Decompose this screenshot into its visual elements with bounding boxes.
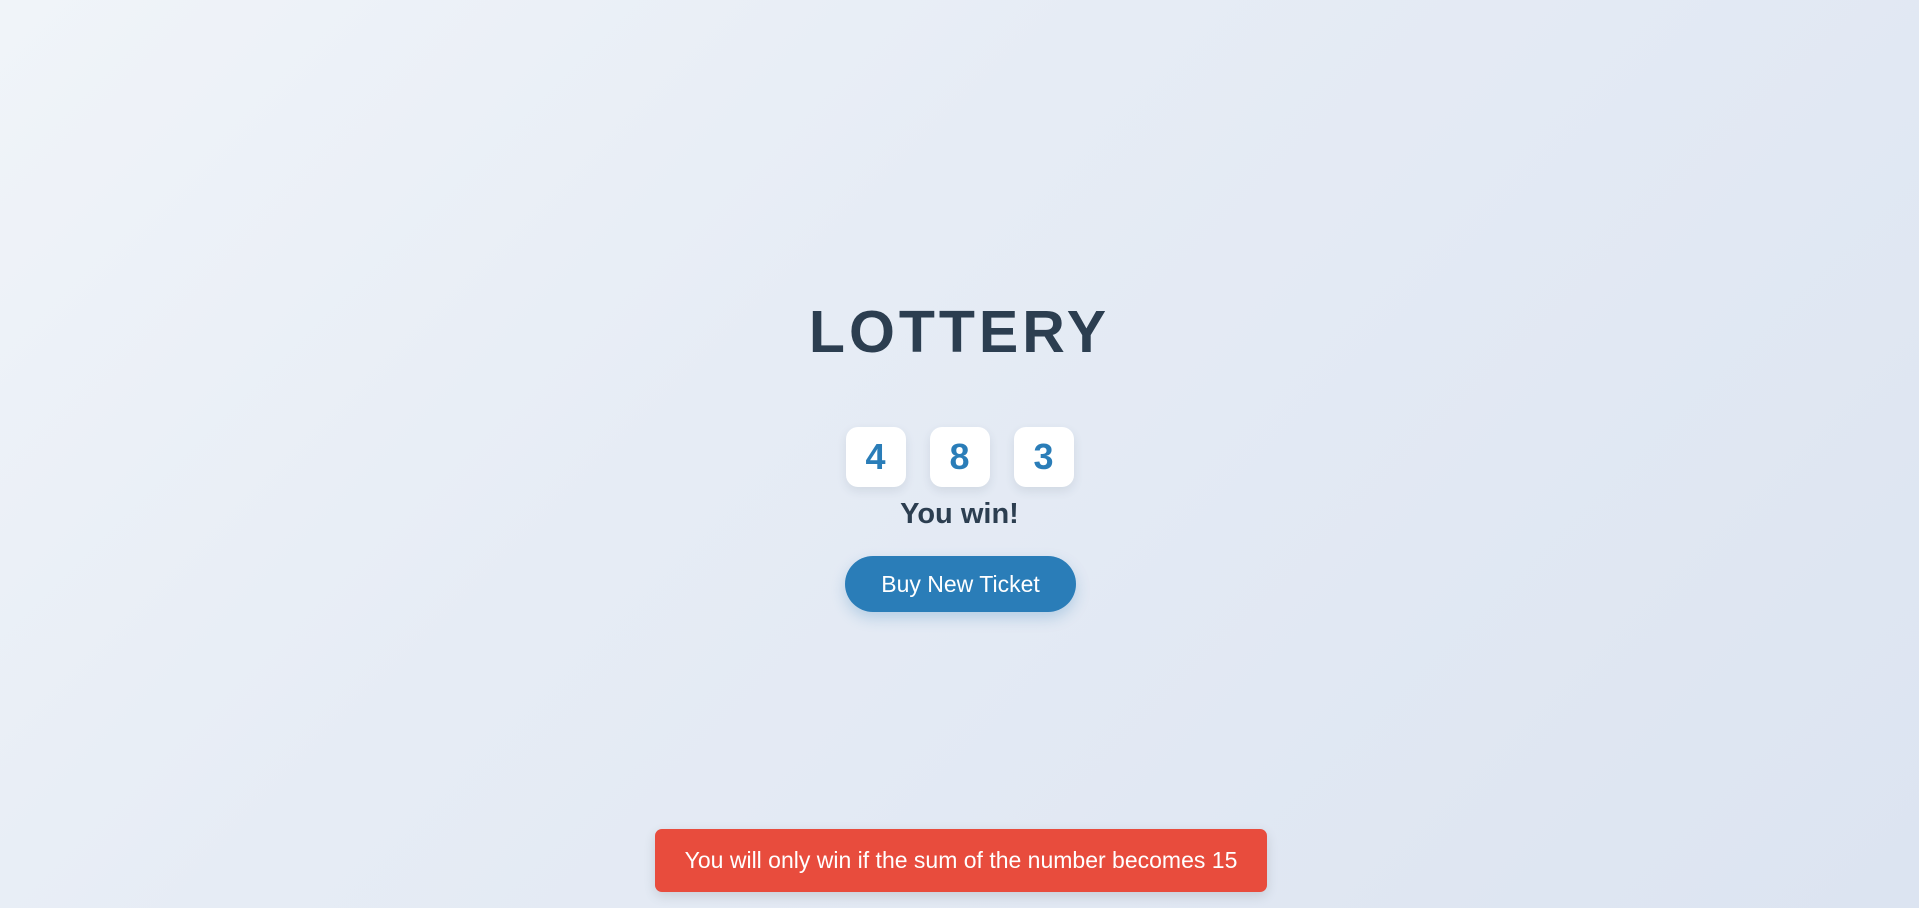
rule-toast-text: You will only win if the sum of the numb… [684,847,1238,873]
lottery-number-1: 4 [845,427,906,487]
lottery-number-3: 3 [1013,427,1074,487]
lottery-number-2: 8 [929,427,990,487]
result-message: You win! [900,498,1019,530]
lottery-numbers: 4 8 3 [0,427,1919,487]
buy-new-ticket-button[interactable]: Buy New Ticket [845,556,1076,612]
rule-toast: You will only win if the sum of the numb… [655,829,1267,892]
page-title: LOTTERY [808,299,1111,365]
